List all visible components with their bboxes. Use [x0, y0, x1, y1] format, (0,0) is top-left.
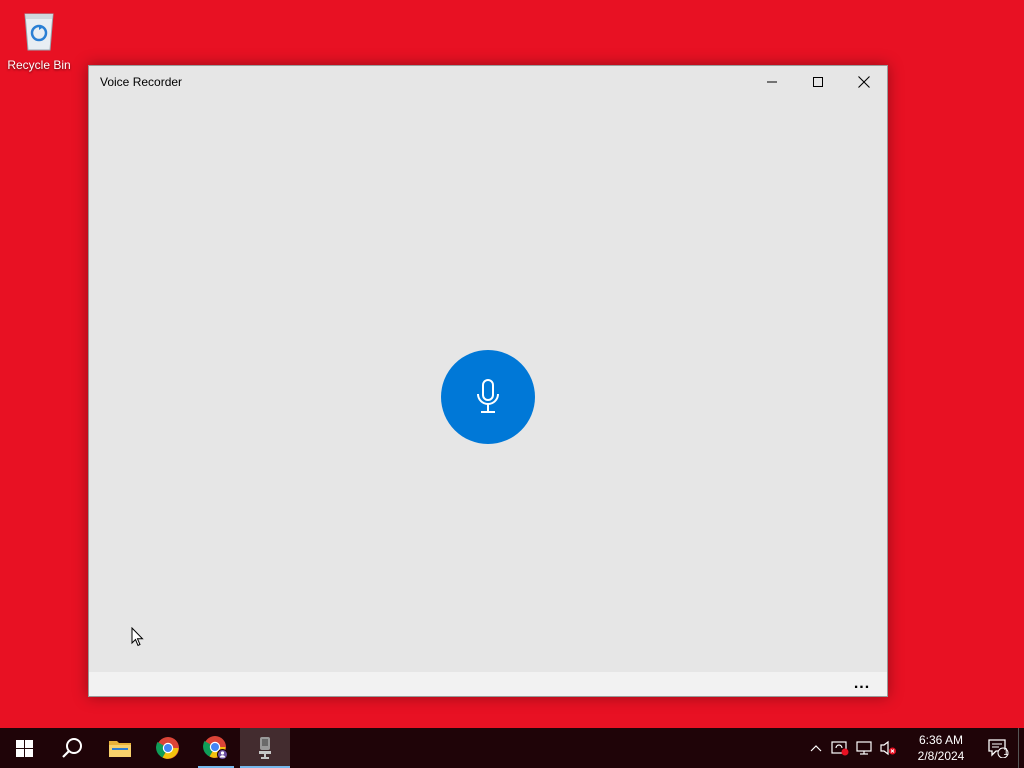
minimize-icon [767, 81, 777, 83]
windows-logo-icon [15, 739, 33, 757]
chevron-up-icon [810, 745, 822, 752]
start-button[interactable] [0, 728, 48, 768]
microphone-icon [259, 737, 271, 759]
notification-count-badge: 1 [1003, 747, 1009, 758]
window-title: Voice Recorder [100, 75, 183, 89]
system-tray: 6:36 AM 2/8/2024 1 [804, 728, 1024, 768]
desktop-icon-recycle-bin[interactable]: Recycle Bin [4, 6, 74, 72]
tray-network[interactable] [852, 728, 876, 768]
taskbar-voice-recorder[interactable] [240, 728, 290, 768]
chrome-icon [203, 736, 228, 760]
show-hidden-icons-button[interactable] [804, 728, 828, 768]
search-icon [62, 738, 82, 758]
network-icon [856, 741, 872, 755]
taskbar-chrome-profile[interactable] [192, 728, 240, 768]
caption-buttons [749, 66, 887, 98]
taskbar-clock[interactable]: 6:36 AM 2/8/2024 [904, 728, 978, 768]
taskbar: 6:36 AM 2/8/2024 1 [0, 728, 1024, 768]
more-options-button[interactable]: ... [847, 672, 877, 696]
taskbar-file-explorer[interactable] [96, 728, 144, 768]
defender-icon [831, 741, 849, 756]
volume-muted-icon [880, 740, 896, 756]
chrome-icon [156, 737, 179, 759]
desktop-icon-label: Recycle Bin [7, 58, 71, 72]
mouse-cursor-icon [131, 626, 144, 652]
folder-icon [109, 741, 131, 757]
tray-defender[interactable] [828, 728, 852, 768]
maximize-icon [813, 77, 823, 87]
show-desktop-button[interactable] [1018, 728, 1024, 768]
action-center-button[interactable]: 1 [978, 728, 1018, 768]
minimize-button[interactable] [749, 66, 795, 98]
close-button[interactable] [841, 66, 887, 98]
maximize-button[interactable] [795, 66, 841, 98]
title-bar[interactable]: Voice Recorder [89, 66, 887, 98]
clock-date: 2/8/2024 [917, 749, 965, 763]
close-icon [858, 76, 870, 88]
search-button[interactable] [48, 728, 96, 768]
clock-time: 6:36 AM [918, 733, 964, 747]
tray-volume[interactable] [876, 728, 900, 768]
taskbar-chrome[interactable] [144, 728, 192, 768]
recycle-bin-icon [17, 6, 61, 54]
voice-recorder-window: Voice Recorder ... [88, 65, 888, 697]
microphone-icon [477, 379, 499, 413]
app-command-bar: ... [89, 672, 887, 696]
record-button[interactable] [441, 350, 535, 444]
